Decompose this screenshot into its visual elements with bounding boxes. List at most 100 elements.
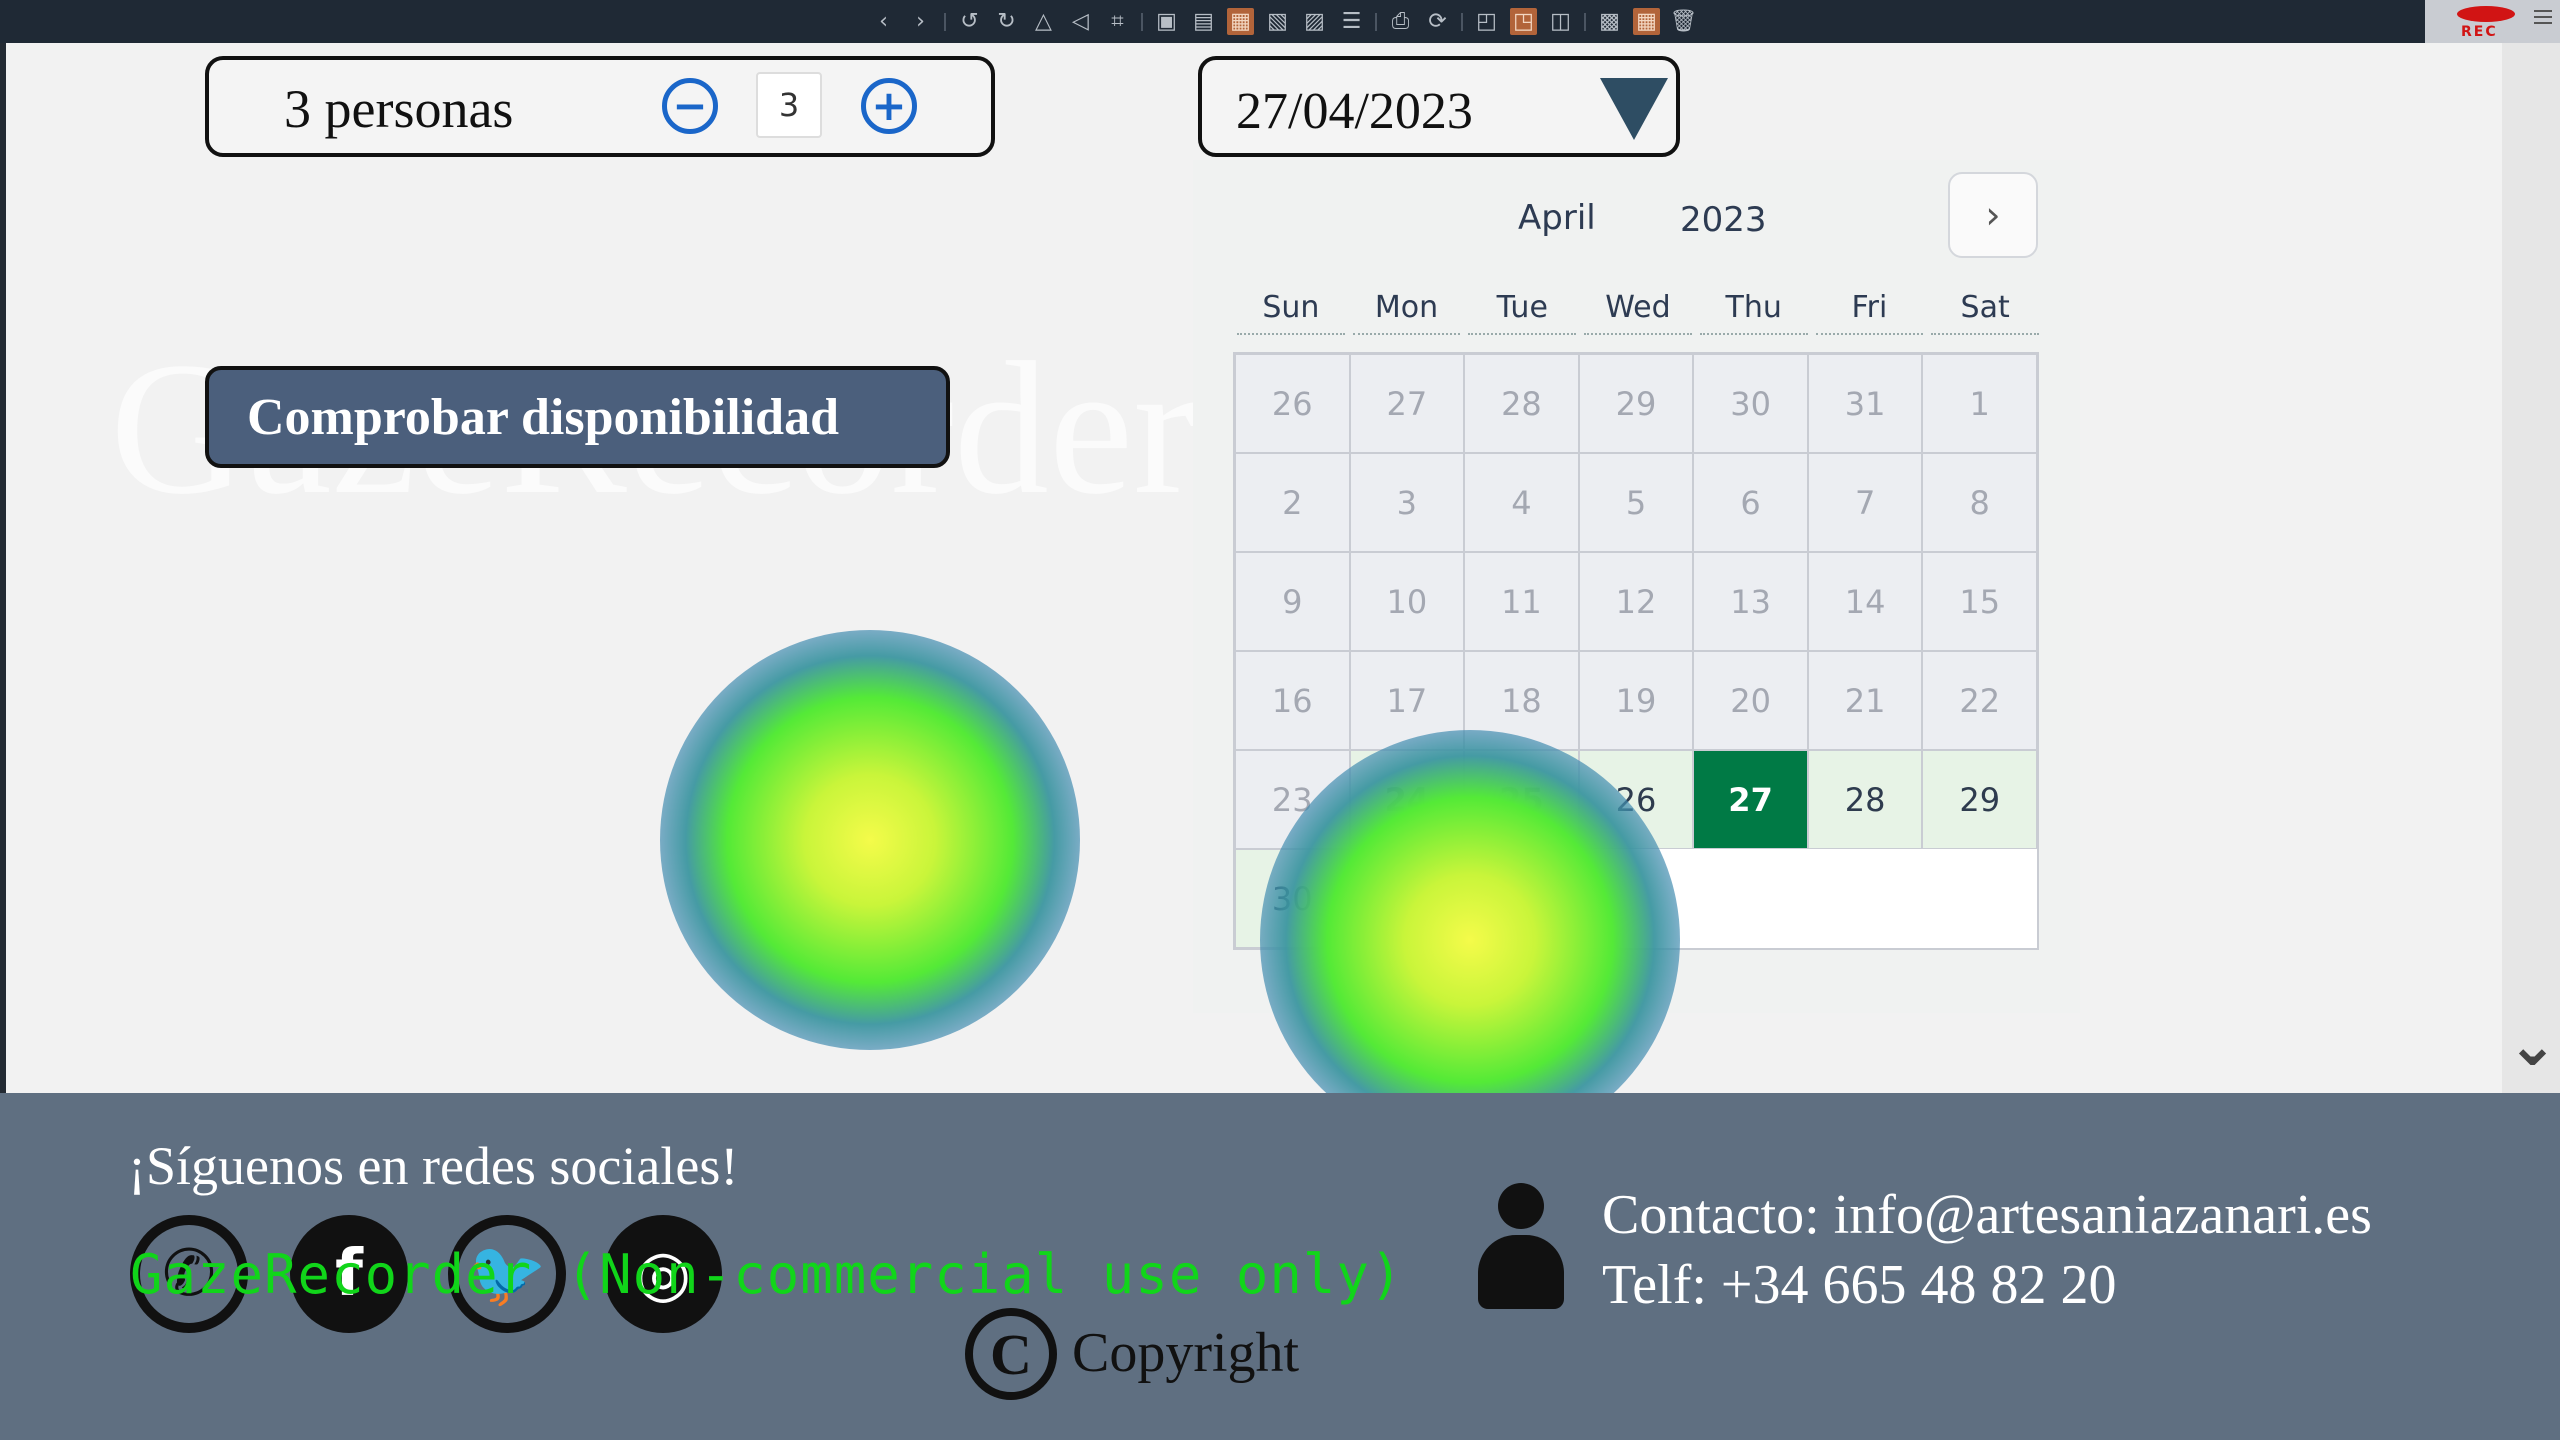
calendar-day[interactable]: 24 (1349, 750, 1465, 849)
menu-icon[interactable] (2534, 10, 2552, 24)
weekday-header: Tue (1468, 290, 1577, 335)
people-selector: 3 personas − 3 + (205, 56, 995, 157)
calendar-day: 20 (1693, 651, 1808, 750)
undo-icon[interactable]: ↺ (956, 8, 983, 35)
gallery-icon[interactable]: ◫ (1547, 8, 1574, 35)
calendar-day: 18 (1464, 651, 1579, 750)
lock-icon[interactable]: ▤ (1190, 8, 1217, 35)
refresh-icon[interactable]: ⟳ (1424, 8, 1451, 35)
weekday-header: Fri (1815, 290, 1924, 335)
calendar-day: 9 (1235, 552, 1350, 651)
flip-icon[interactable]: △ (1030, 8, 1057, 35)
gaze-heatmap-blob (660, 630, 1080, 1050)
calendar-day: 5 (1578, 453, 1694, 552)
calendar-day: 16 (1235, 651, 1350, 750)
active-resize-icon[interactable]: ◳ (1510, 8, 1537, 35)
frame-icon[interactable]: ▧ (1264, 8, 1291, 35)
person-icon (1478, 1183, 1564, 1313)
next-month-button[interactable]: › (1948, 172, 2038, 258)
calendar-day-selected[interactable]: 27 (1693, 750, 1808, 849)
weekday-header: Sat (1931, 290, 2039, 335)
calendar-day: 7 (1807, 453, 1923, 552)
date-picker[interactable]: 27/04/2023 (1198, 56, 1680, 157)
calendar-day: 29 (1578, 354, 1694, 453)
scrollbar[interactable] (2502, 43, 2560, 1093)
grid-icon[interactable]: ▦ (1633, 8, 1660, 35)
calendar-day[interactable]: 28 (1807, 750, 1923, 849)
calendar-empty-cell (1349, 849, 1465, 948)
calendar-empty-cell (1922, 849, 2037, 948)
active-frame-icon[interactable]: ▦ (1227, 8, 1254, 35)
caret-down-icon[interactable] (1600, 78, 1668, 140)
image-icon[interactable]: ▣ (1153, 8, 1180, 35)
calendar-day: 17 (1349, 651, 1465, 750)
frame-alt-icon[interactable]: ▨ (1301, 8, 1328, 35)
stack-icon[interactable]: ☰ (1338, 8, 1365, 35)
calendar-day: 19 (1578, 651, 1694, 750)
calendar-month[interactable]: April (1518, 198, 1596, 238)
date-value: 27/04/2023 (1236, 83, 1473, 140)
calendar-day[interactable]: 26 (1578, 750, 1694, 849)
gazerecorder-notice: GazeRecorder (Non-commercial use only) (130, 1243, 1404, 1306)
calendar-empty-cell (1807, 849, 1923, 948)
print-icon[interactable]: ⎙ (1387, 8, 1414, 35)
weekday-header: Thu (1699, 290, 1808, 335)
check-availability-button[interactable]: Comprobar disponibilidad (205, 366, 950, 468)
calendar-day: 22 (1922, 651, 2037, 750)
rec-label: REC (2461, 24, 2498, 40)
redo-icon[interactable]: ↻ (993, 8, 1020, 35)
toolbar-separator (944, 12, 946, 31)
chevron-right-icon[interactable]: › (907, 8, 934, 35)
crop-icon[interactable]: ⌗ (1104, 8, 1131, 35)
toolbar-separator (1141, 12, 1143, 31)
calendar-day: 30 (1693, 354, 1808, 453)
calendar-day: 23 (1235, 750, 1350, 849)
calendar-day: 26 (1235, 354, 1350, 453)
scroll-down-icon[interactable]: ⌄ (2505, 1010, 2560, 1080)
toolbar-tools: ‹ › ↺ ↻ △ ◁ ⌗ ▣ ▤ ▦ ▧ ▨ ☰ ⎙ ⟳ ◰ ◳ ◫ ▩ ▦ … (870, 8, 1697, 35)
flip-horizontal-icon[interactable]: ◁ (1067, 8, 1094, 35)
calendar-day: 15 (1922, 552, 2037, 651)
people-label: 3 personas (284, 79, 514, 139)
rec-dot-icon (2457, 6, 2515, 22)
calendar-empty-cell (1464, 849, 1579, 948)
window-left-edge (0, 43, 6, 1093)
site-footer: ¡Síguenos en redes sociales! ✆ f 🐦 ◎ Gaz… (0, 1093, 2560, 1440)
quantity-input[interactable]: 3 (756, 72, 822, 138)
chevron-left-icon[interactable]: ‹ (870, 8, 897, 35)
increment-button[interactable]: + (861, 78, 917, 134)
contact-phone[interactable]: Telf: +34 665 48 82 20 (1602, 1253, 2117, 1317)
calendar-day: 31 (1807, 354, 1923, 453)
weekday-header: Sun (1237, 290, 1345, 335)
resize-icon[interactable]: ◰ (1473, 8, 1500, 35)
toolbar-separator (1584, 12, 1586, 31)
decrement-button[interactable]: − (662, 78, 718, 134)
calendar-day: 8 (1922, 453, 2037, 552)
calendar-day: 1 (1922, 354, 2037, 453)
trash-icon[interactable]: 🗑 (1670, 8, 1698, 35)
calendar-day: 28 (1464, 354, 1579, 453)
calendar-day: 10 (1349, 552, 1465, 651)
calendar-day: 27 (1349, 354, 1465, 453)
calendar-day: 21 (1807, 651, 1923, 750)
image-alt-icon[interactable]: ▩ (1596, 8, 1623, 35)
calendar-day: 6 (1693, 453, 1808, 552)
calendar-year[interactable]: 2023 (1680, 200, 1767, 240)
calendar-day: 12 (1578, 552, 1694, 651)
copyright-text: Copyright (1072, 1322, 1300, 1384)
copyright-icon: C (965, 1308, 1057, 1400)
weekday-header: Wed (1584, 290, 1692, 335)
contact-email[interactable]: Contacto: info@artesaniazanari.es (1602, 1183, 2372, 1247)
top-toolbar: ‹ › ↺ ↻ △ ◁ ⌗ ▣ ▤ ▦ ▧ ▨ ☰ ⎙ ⟳ ◰ ◳ ◫ ▩ ▦ … (0, 0, 2560, 43)
calendar-popup: April 2023 › Sun Mon Tue Wed Thu Fri Sat 26 27 2… (1193, 160, 2080, 1013)
toolbar-separator (1375, 12, 1377, 31)
calendar-day[interactable]: 29 (1922, 750, 2037, 849)
calendar-weekdays: Sun Mon Tue Wed Thu Fri Sat (1233, 290, 2043, 335)
rec-indicator[interactable]: REC (2425, 0, 2560, 43)
calendar-day: 14 (1807, 552, 1923, 651)
calendar-day[interactable]: 25 (1464, 750, 1579, 849)
calendar-day: 3 (1349, 453, 1465, 552)
calendar-day: 4 (1464, 453, 1579, 552)
calendar-day[interactable]: 30 (1235, 849, 1350, 948)
toolbar-separator (1461, 12, 1463, 31)
